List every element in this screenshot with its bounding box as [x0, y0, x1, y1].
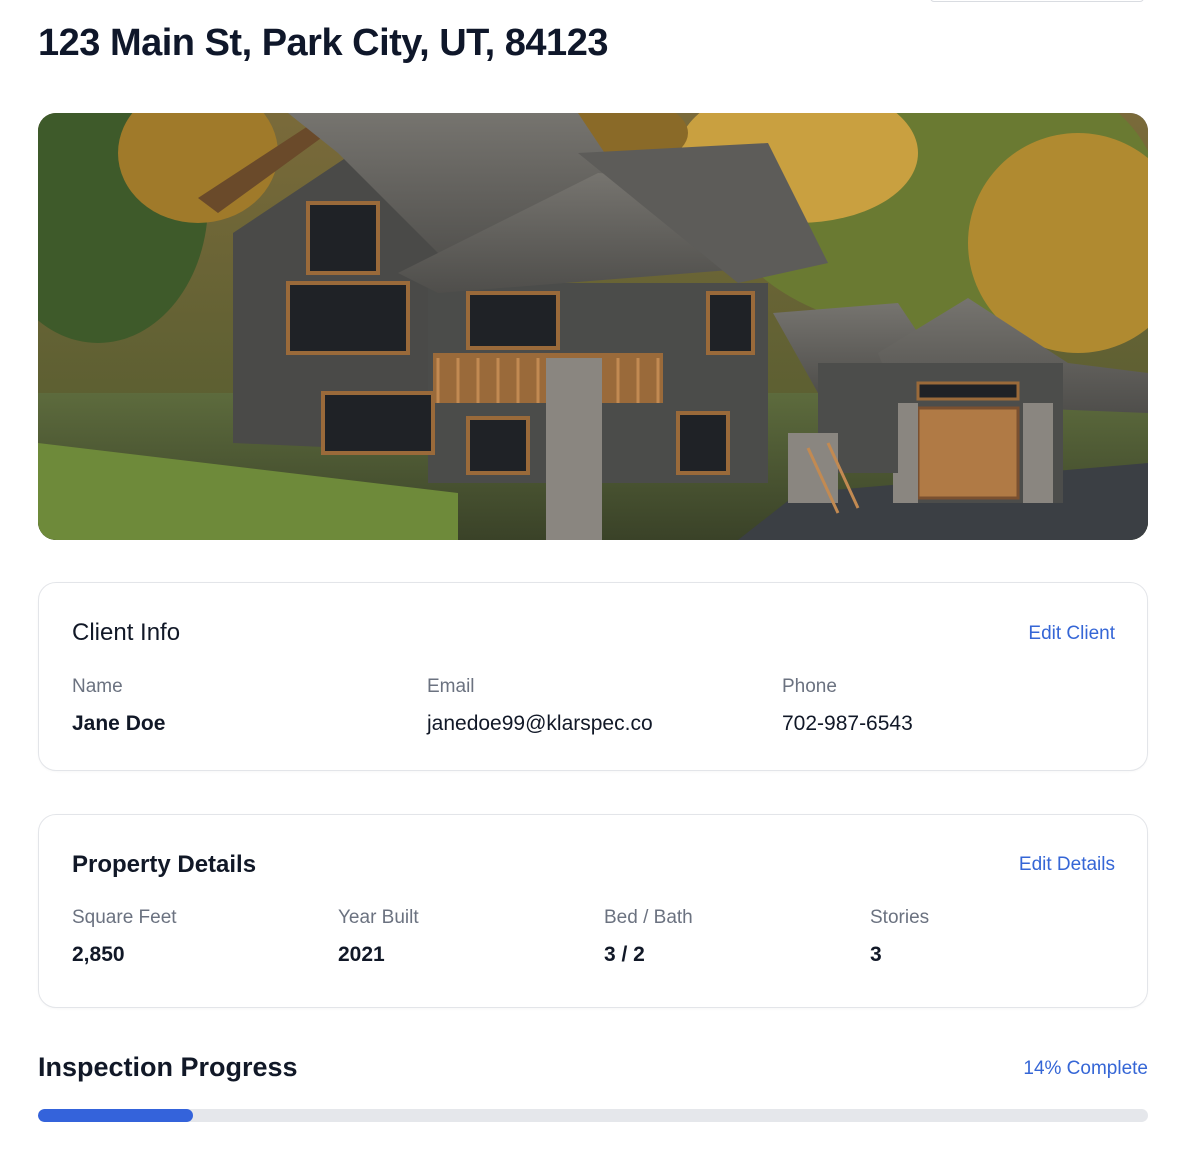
client-info-title: Client Info: [72, 619, 181, 646]
top-tab-edge[interactable]: [930, 0, 1144, 2]
bed-bath-field: Bed / Bath 3 / 2: [604, 907, 693, 967]
client-name-field: Name Jane Doe: [72, 676, 165, 736]
edit-client-link[interactable]: Edit Client: [1028, 623, 1115, 645]
inspection-progress-title: Inspection Progress: [38, 1052, 298, 1082]
square-feet-value: 2,850: [72, 943, 125, 966]
property-photo: [38, 113, 1148, 540]
client-email-value: janedoe99@klarspec.co: [427, 712, 653, 735]
field-label: Square Feet: [72, 907, 177, 928]
client-email-field: Email janedoe99@klarspec.co: [427, 676, 653, 736]
field-label: Phone: [782, 676, 837, 697]
field-label: Name: [72, 676, 123, 697]
progress-bar: [38, 1109, 1148, 1122]
year-built-field: Year Built 2021: [338, 907, 419, 967]
page-title: 123 Main St, Park City, UT, 84123: [38, 22, 608, 64]
field-label: Year Built: [338, 907, 419, 928]
field-label: Stories: [870, 907, 930, 928]
progress-percent-label: 14% Complete: [1023, 1058, 1148, 1079]
stories-value: 3: [870, 943, 882, 966]
bed-bath-value: 3 / 2: [604, 943, 645, 966]
property-details-card: Property Details Edit Details Square Fee…: [38, 814, 1148, 1008]
field-label: Bed / Bath: [604, 907, 693, 928]
year-built-value: 2021: [338, 943, 385, 966]
square-feet-field: Square Feet 2,850: [72, 907, 177, 967]
client-phone-field: Phone 702-987-6543: [782, 676, 913, 736]
client-info-card: Client Info Edit Client Name Jane Doe Em…: [38, 582, 1148, 771]
client-phone-value: 702-987-6543: [782, 712, 913, 735]
progress-bar-fill: [38, 1109, 194, 1122]
edit-details-link[interactable]: Edit Details: [1019, 854, 1115, 876]
property-details-title: Property Details: [72, 851, 257, 878]
stories-field: Stories 3: [870, 907, 929, 967]
field-label: Email: [427, 676, 475, 697]
client-name-value: Jane Doe: [72, 712, 166, 735]
